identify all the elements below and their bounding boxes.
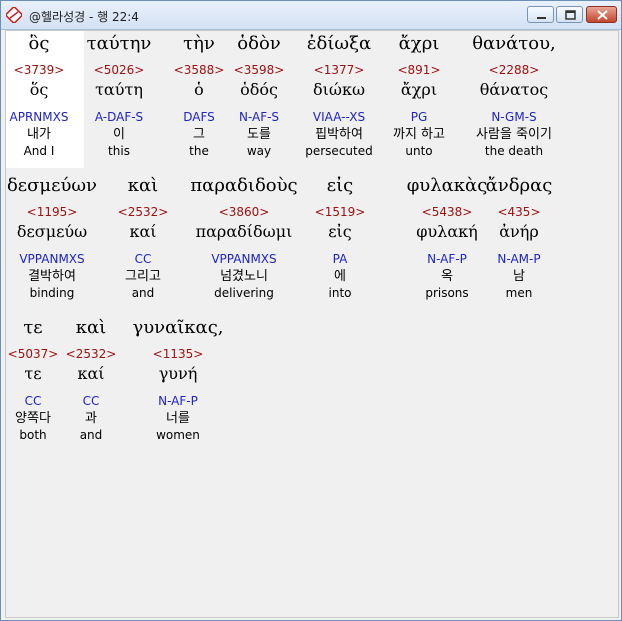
korean-gloss: 너를 (166, 411, 190, 426)
english-gloss: the death (484, 144, 544, 158)
minimize-icon (537, 17, 546, 19)
parse-code: PA (332, 252, 348, 266)
word-column[interactable]: γυναῖκας, <1135> γυνή N-AF-P 너를 women (118, 315, 238, 443)
interlinear-view: ὃς <3739> ὅς APRNMXS 내가 And Iταύτην <5026> ταύτ… (5, 30, 619, 618)
greek-word: θανάτου, (472, 33, 556, 54)
word-column[interactable]: εἰς <1519> εἰς PA 에 into (280, 173, 400, 301)
app-logo-icon (6, 7, 22, 23)
greek-word: ἄνδρας (485, 175, 553, 196)
app-window: @헬라성경 - 행 22:4 ὃς <3739> ὅς APRNMXS 내가 And Iτ… (0, 0, 622, 621)
korean-gloss: 남 (513, 269, 525, 284)
strong-number: <435> (497, 205, 541, 219)
strong-number: <2288> (488, 63, 540, 77)
english-gloss: men (505, 286, 533, 300)
window-title: @헬라성경 - 행 22:4 (29, 10, 139, 24)
english-gloss: into (328, 286, 352, 300)
parse-code: N-GM-S (491, 110, 537, 124)
close-button[interactable] (586, 6, 617, 23)
word-column[interactable]: ἄνδρας <435> ἀνήρ N-AM-P 남 men (459, 173, 579, 301)
korean-gloss: 에 (334, 269, 346, 284)
korean-gloss: 사람을 죽이기 (476, 127, 552, 142)
strong-number: <1519> (314, 205, 366, 219)
close-icon (597, 10, 608, 20)
minimize-button[interactable] (527, 6, 554, 23)
parse-code: N-AM-P (497, 252, 541, 266)
english-gloss: women (156, 428, 200, 442)
title-bar[interactable]: @헬라성경 - 행 22:4 (1, 1, 621, 30)
greek-word: εἰς (326, 175, 354, 196)
greek-word: γυναῖκας, (132, 317, 224, 338)
lemma-word: γυνή (158, 364, 198, 383)
maximize-icon (565, 10, 576, 20)
maximize-button[interactable] (556, 6, 583, 23)
lemma-word: θάνατος (479, 80, 549, 99)
strong-number: <1135> (152, 347, 204, 361)
word-column[interactable]: θανάτου, <2288> θάνατος N-GM-S 사람을 죽이기 the de… (454, 31, 574, 159)
lemma-word: εἰς (328, 222, 352, 241)
lemma-word: ἀνήρ (499, 222, 539, 241)
parse-code: N-AF-P (158, 394, 198, 408)
